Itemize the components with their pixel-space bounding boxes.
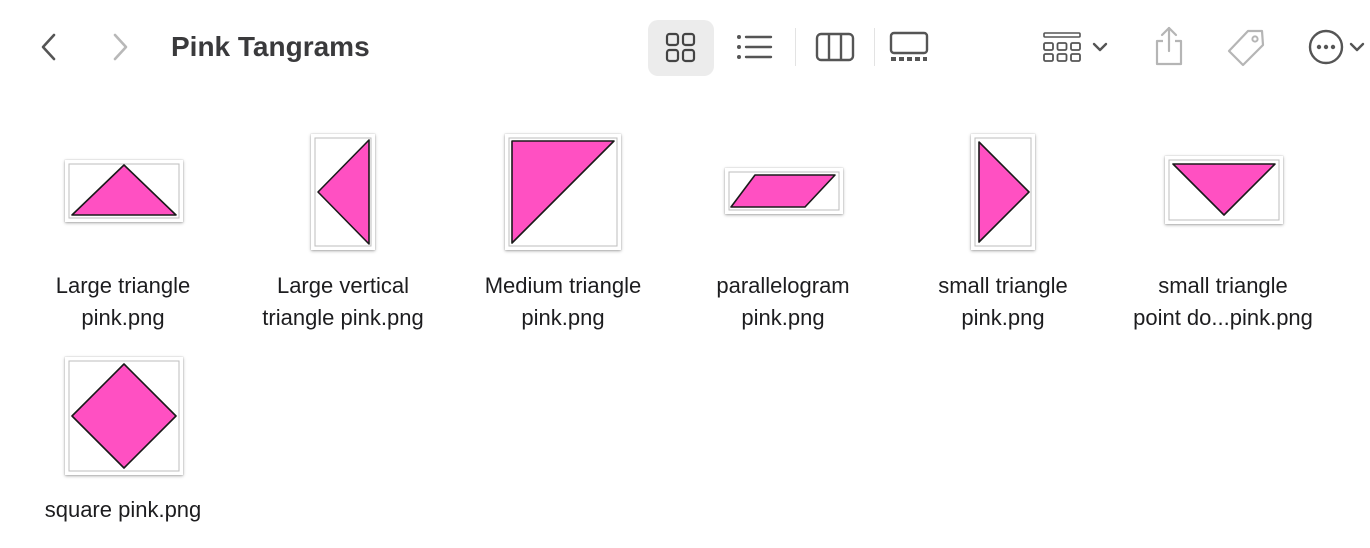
list-icon bbox=[737, 35, 773, 59]
file-thumbnail bbox=[971, 134, 1035, 250]
gallery-icon bbox=[889, 31, 929, 61]
share-icon bbox=[1155, 26, 1183, 66]
tag-icon bbox=[1227, 29, 1265, 67]
file-item[interactable]: parallelogram pink.png bbox=[673, 130, 893, 340]
chevron-right-icon bbox=[113, 33, 128, 61]
back-button[interactable] bbox=[30, 28, 68, 66]
file-thumbnail bbox=[65, 160, 183, 222]
grid-icon bbox=[665, 32, 696, 63]
toolbar-separator bbox=[874, 28, 875, 66]
file-name: small triangle point do...pink.png bbox=[1133, 273, 1313, 330]
file-name: parallelogram pink.png bbox=[716, 273, 850, 330]
share-button[interactable] bbox=[1148, 24, 1190, 68]
columns-icon bbox=[815, 32, 855, 62]
file-thumbnail bbox=[1165, 156, 1283, 224]
file-item[interactable]: Large triangle pink.png bbox=[13, 130, 233, 340]
gallery-view-button[interactable] bbox=[886, 28, 932, 66]
window-title: Pink Tangrams bbox=[171, 31, 370, 62]
file-item[interactable]: Medium triangle pink.png bbox=[453, 130, 673, 340]
chevron-down-icon bbox=[1092, 42, 1108, 52]
ellipsis-icon bbox=[1308, 29, 1344, 65]
file-thumbnail bbox=[505, 134, 621, 250]
file-thumbnail bbox=[725, 168, 843, 214]
tag-button[interactable] bbox=[1224, 26, 1268, 70]
file-item[interactable]: square pink.png bbox=[13, 355, 233, 545]
group-menu-button[interactable] bbox=[1038, 28, 1114, 66]
file-name: square pink.png bbox=[44, 497, 202, 522]
icon-view-button[interactable] bbox=[648, 20, 714, 76]
chevron-down-icon bbox=[1349, 42, 1365, 52]
column-view-button[interactable] bbox=[812, 28, 858, 66]
file-name: Large triangle pink.png bbox=[55, 273, 191, 330]
more-button[interactable] bbox=[1306, 28, 1370, 66]
list-view-button[interactable] bbox=[732, 28, 776, 66]
file-item[interactable]: small triangle pink.png bbox=[893, 130, 1113, 340]
toolbar-separator bbox=[795, 28, 796, 66]
file-thumbnail bbox=[311, 134, 375, 250]
file-name: Large vertical triangle pink.png bbox=[262, 273, 424, 330]
file-item[interactable]: small triangle point do...pink.png bbox=[1113, 130, 1333, 340]
group-icon bbox=[1043, 32, 1081, 62]
file-item[interactable]: Large vertical triangle pink.png bbox=[233, 130, 453, 340]
chevron-left-icon bbox=[41, 33, 56, 61]
file-name: Medium triangle pink.png bbox=[484, 273, 642, 330]
file-thumbnail bbox=[65, 357, 183, 475]
forward-button[interactable] bbox=[101, 28, 139, 66]
toolbar: Pink Tangrams bbox=[0, 0, 1370, 95]
file-name: small triangle pink.png bbox=[938, 273, 1068, 330]
